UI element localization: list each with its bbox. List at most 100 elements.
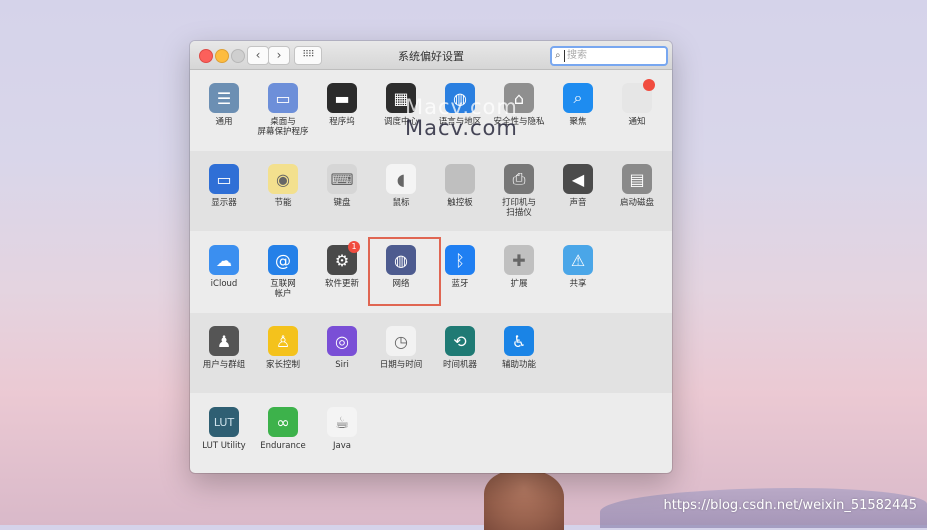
pref-pane-java[interactable]: ☕ Java (311, 407, 373, 451)
pref-pane-label: 时间机器 (442, 360, 477, 370)
pref-pane-extensions[interactable]: ✚ 扩展 (488, 245, 550, 289)
sharing-icon: ⚠ (563, 245, 593, 275)
pref-pane-endurance[interactable]: ∞ Endurance (252, 407, 314, 451)
keyboard-icon: ⌨ (327, 164, 357, 194)
desktop-rock (484, 470, 564, 530)
bluetooth-icon: ᛒ (445, 245, 475, 275)
search-icon: ⌕ (555, 50, 561, 61)
titlebar: ‹ › ⠿⠿ 系统偏好设置 ⌕ 搜索 (190, 41, 672, 70)
pref-pane-label: 桌面与 屏幕保护程序 (257, 117, 309, 137)
pref-pane-label: 日期与时间 (379, 360, 423, 370)
trackpad-icon (445, 164, 475, 194)
pref-row: ☰ 通用 ▭ 桌面与 屏幕保护程序 ▬ 程序坞 ▦ 调度中心 ◍ 语言与地区 ⌂ 安全性与隐私 ⌕ 聚焦 通… (190, 70, 672, 150)
pref-pane-software-update[interactable]: ⚙ 1 软件更新 (311, 241, 373, 289)
pref-pane-label: 键盘 (333, 198, 351, 208)
pref-pane-icloud[interactable]: ☁ iCloud (193, 245, 255, 289)
pref-pane-label: Java (333, 441, 351, 451)
pref-pane-dock[interactable]: ▬ 程序坞 (311, 83, 373, 127)
pref-pane-trackpad[interactable]: 触控板 (429, 164, 491, 208)
pref-row: ▭ 显示器 ◉ 节能 ⌨ 键盘 ◖ 鼠标 触控板 ⎙ 打印机与 扫描仪 ◀ 声音 ▤ 启动磁盘 (190, 151, 672, 231)
pref-pane-label: 扩展 (510, 279, 528, 289)
pref-pane-label: 打印机与 扫描仪 (501, 198, 536, 218)
pref-pane-users-groups[interactable]: ♟ 用户与群组 (193, 326, 255, 370)
pref-row: LUT LUT Utility ∞ Endurance ☕ Java (190, 394, 672, 473)
pref-pane-label: 家长控制 (265, 360, 300, 370)
pref-pane-mouse[interactable]: ◖ 鼠标 (370, 164, 432, 208)
pref-pane-label: 节能 (274, 198, 292, 208)
pref-pane-label: 聚焦 (569, 117, 587, 127)
java-icon: ☕ (327, 407, 357, 437)
startup-disk-icon: ▤ (622, 164, 652, 194)
pref-pane-time-machine[interactable]: ⟲ 时间机器 (429, 326, 491, 370)
pref-pane-label: 通知 (628, 117, 646, 127)
notifications-icon (622, 79, 655, 113)
network-highlight-box (368, 237, 441, 306)
pref-pane-parental-controls[interactable]: ♙ 家长控制 (252, 326, 314, 370)
pref-pane-label: 程序坞 (329, 117, 355, 127)
search-placeholder: 搜索 (567, 50, 587, 61)
pref-pane-label: 安全性与隐私 (493, 117, 545, 127)
pref-pane-label: 软件更新 (324, 279, 359, 289)
language-region-icon: ◍ (445, 83, 475, 113)
pref-pane-desktop[interactable]: ▭ 桌面与 屏幕保护程序 (252, 83, 314, 137)
pref-pane-sharing[interactable]: ⚠ 共享 (547, 245, 609, 289)
text-caret (564, 50, 565, 62)
pref-pane-keyboard[interactable]: ⌨ 键盘 (311, 164, 373, 208)
accessibility-icon: ♿ (504, 326, 534, 356)
pref-pane-sound[interactable]: ◀ 声音 (547, 164, 609, 208)
displays-icon: ▭ (209, 164, 239, 194)
search-field[interactable]: ⌕ 搜索 (550, 46, 668, 66)
pref-pane-siri[interactable]: ◎ Siri (311, 326, 373, 370)
spotlight-icon: ⌕ (563, 83, 593, 113)
notification-dot-icon (643, 79, 655, 91)
pref-pane-label: 鼠标 (392, 198, 410, 208)
csdn-watermark: https://blog.csdn.net/weixin_51582445 (663, 498, 917, 513)
pref-pane-label: 触控板 (447, 198, 473, 208)
pref-pane-notifications[interactable]: 通知 (606, 79, 668, 127)
date-time-icon: ◷ (386, 326, 416, 356)
update-badge: 1 (348, 241, 360, 253)
mission-control-icon: ▦ (386, 83, 416, 113)
pref-pane-displays[interactable]: ▭ 显示器 (193, 164, 255, 208)
mouse-icon: ◖ (386, 164, 416, 194)
pref-pane-label: 显示器 (211, 198, 237, 208)
pref-pane-label: 通用 (215, 117, 233, 127)
pref-pane-security[interactable]: ⌂ 安全性与隐私 (488, 83, 550, 127)
pref-pane-printer[interactable]: ⎙ 打印机与 扫描仪 (488, 164, 550, 218)
printer-icon: ⎙ (504, 164, 534, 194)
time-machine-icon: ⟲ (445, 326, 475, 356)
pref-pane-accessibility[interactable]: ♿ 辅助功能 (488, 326, 550, 370)
pref-pane-label: 调度中心 (383, 117, 418, 127)
pref-pane-internet-accounts[interactable]: @ 互联网 帐户 (252, 245, 314, 299)
pref-pane-general[interactable]: ☰ 通用 (193, 83, 255, 127)
icloud-icon: ☁ (209, 245, 239, 275)
pref-pane-label: 用户与群组 (202, 360, 246, 370)
pref-pane-label: iCloud (210, 279, 238, 289)
pref-pane-label: 启动磁盘 (619, 198, 654, 208)
pref-pane-label: LUT Utility (202, 441, 246, 451)
sound-icon: ◀ (563, 164, 593, 194)
pref-pane-label: 辅助功能 (501, 360, 536, 370)
dock-icon: ▬ (327, 83, 357, 113)
pref-pane-energy-saver[interactable]: ◉ 节能 (252, 164, 314, 208)
pref-pane-lut-utility[interactable]: LUT LUT Utility (193, 407, 255, 451)
pref-pane-label: Endurance (260, 441, 306, 451)
pref-pane-language-region[interactable]: ◍ 语言与地区 (429, 83, 491, 127)
pref-pane-label: 互联网 帐户 (270, 279, 296, 299)
internet-accounts-icon: @ (268, 245, 298, 275)
pref-pane-label: 共享 (569, 279, 587, 289)
parental-controls-icon: ♙ (268, 326, 298, 356)
pref-pane-date-time[interactable]: ◷ 日期与时间 (370, 326, 432, 370)
siri-icon: ◎ (327, 326, 357, 356)
system-preferences-window: ‹ › ⠿⠿ 系统偏好设置 ⌕ 搜索 ☰ 通用 ▭ 桌面与 屏幕保护程序 ▬ 程序坞 ▦ 调度… (190, 41, 672, 473)
pref-pane-mission-control[interactable]: ▦ 调度中心 (370, 83, 432, 127)
desktop-icon: ▭ (268, 83, 298, 113)
extensions-icon: ✚ (504, 245, 534, 275)
users-groups-icon: ♟ (209, 326, 239, 356)
pref-pane-spotlight[interactable]: ⌕ 聚焦 (547, 83, 609, 127)
general-icon: ☰ (209, 83, 239, 113)
pref-pane-startup-disk[interactable]: ▤ 启动磁盘 (606, 164, 668, 208)
endurance-icon: ∞ (268, 407, 298, 437)
pref-pane-label: 语言与地区 (438, 117, 482, 127)
security-icon: ⌂ (504, 83, 534, 113)
